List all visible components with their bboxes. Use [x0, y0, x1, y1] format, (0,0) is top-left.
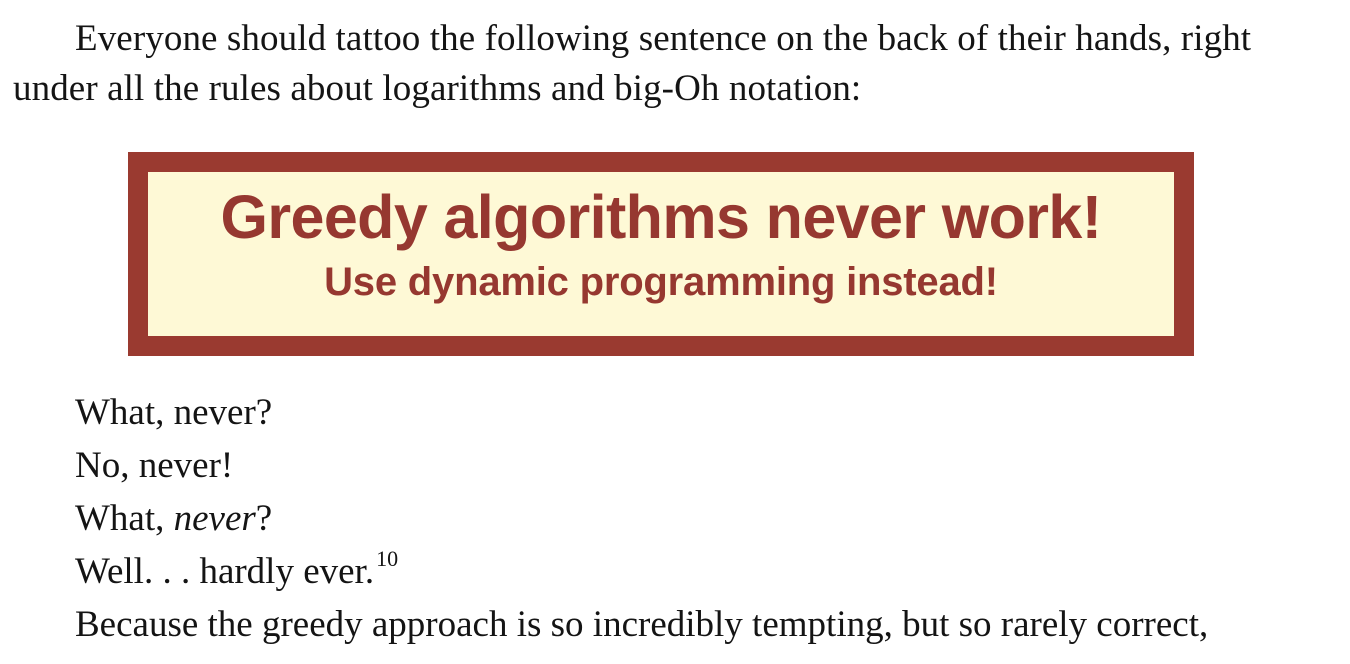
poem-line-4: Well. . . hardly ever.10: [75, 545, 1208, 598]
warning-callout-box: Greedy algorithms never work! Use dynami…: [128, 152, 1194, 356]
poem-line-4-text: Well. . . hardly ever.: [75, 551, 375, 592]
poem-line-3-suffix: ?: [255, 498, 273, 539]
poem-line-3: What, never?: [75, 492, 1208, 545]
poem-line-3-emphasis: never: [173, 498, 256, 539]
document-page: Everyone should tattoo the following sen…: [0, 0, 1350, 664]
poem-line-1: What, never?: [75, 392, 273, 433]
poem-line-2: No, never!: [75, 445, 234, 486]
intro-paragraph: Everyone should tattoo the following sen…: [13, 18, 1252, 109]
body-text-line: Because the greedy approach is so incred…: [75, 604, 1209, 645]
footnote-marker[interactable]: 10: [376, 546, 398, 571]
callout-subtitle: Use dynamic programming instead!: [324, 260, 998, 304]
poem-line-3-prefix: What,: [75, 498, 174, 539]
poem-block: What, never? No, never! What, never? Wel…: [75, 386, 1208, 651]
callout-title: Greedy algorithms never work!: [220, 183, 1103, 251]
callout-inner-panel: Greedy algorithms never work! Use dynami…: [148, 172, 1174, 336]
